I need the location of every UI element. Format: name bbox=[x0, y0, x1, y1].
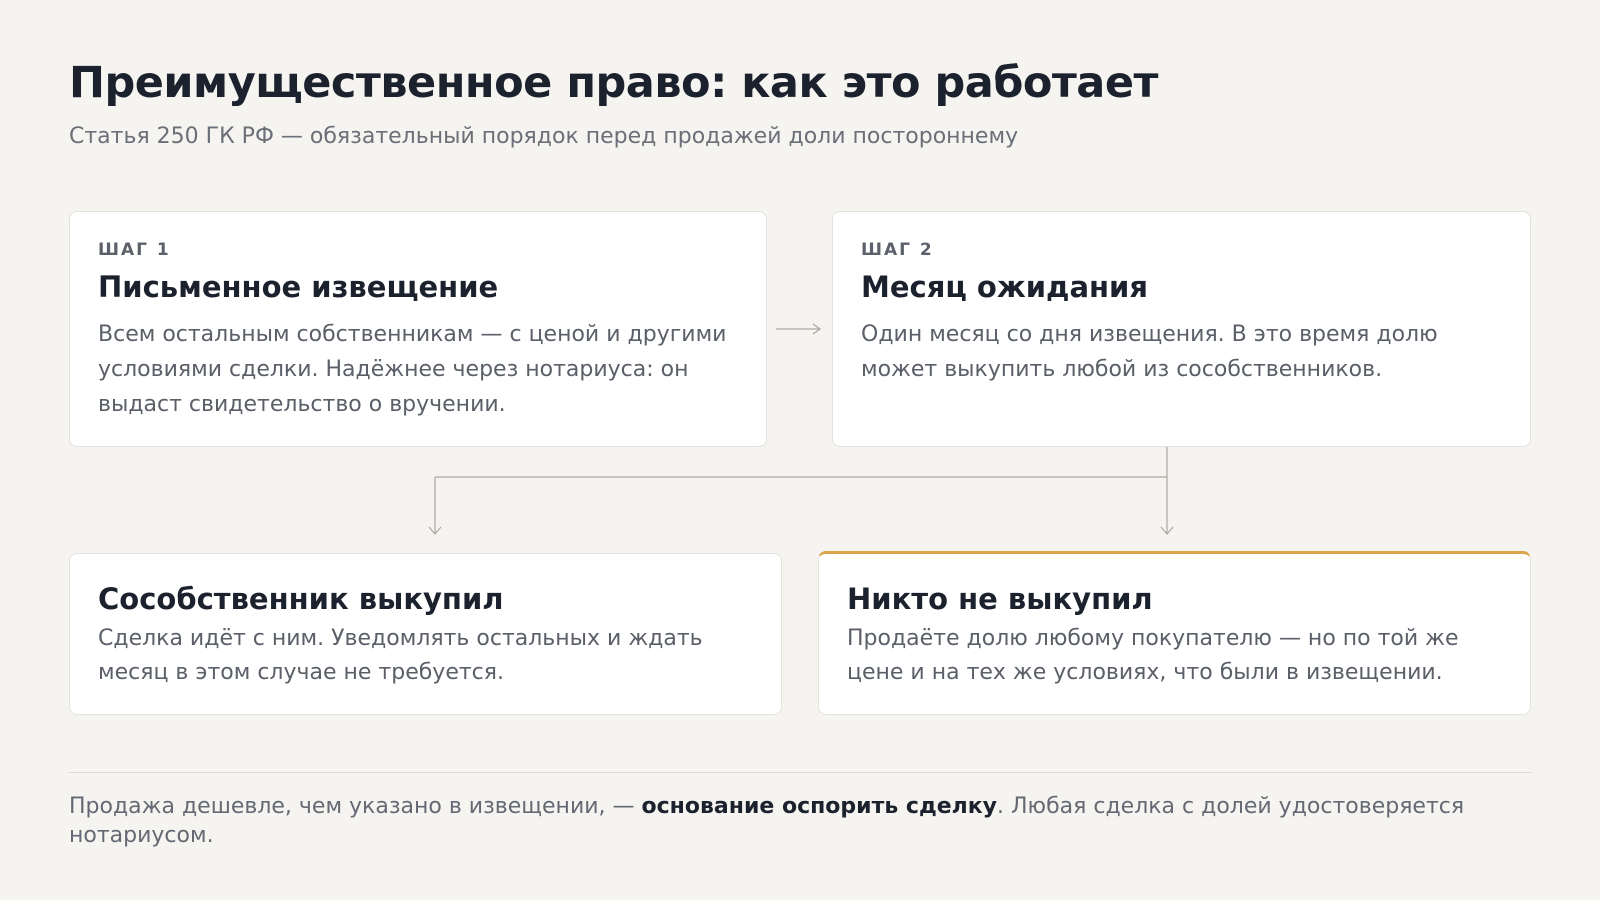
footer-emphasis: основание оспорить сделку bbox=[641, 794, 998, 819]
outcome-description: Продаёте долю любому покупателю — но по … bbox=[847, 626, 1459, 685]
footer-prefix: Продажа дешевле, чем указано в извещении… bbox=[69, 794, 642, 819]
flow-connectors bbox=[428, 323, 1174, 535]
outcome-card-nobody-bought: Никто не выкупил Продаёте долю любому по… bbox=[818, 551, 1531, 715]
footer-divider bbox=[69, 772, 1532, 773]
outcome-title: Никто не выкупил bbox=[847, 582, 1153, 616]
outcome-title: Сособственник выкупил bbox=[98, 582, 504, 616]
outcome-description: Сделка идёт с ним. Уведомлять остальных … bbox=[98, 626, 703, 685]
footer-note: Продажа дешевле, чем указано в извещении… bbox=[69, 792, 1539, 850]
outcome-card-co-owner-bought: Сособственник выкупил Сделка идёт с ним.… bbox=[69, 553, 782, 715]
